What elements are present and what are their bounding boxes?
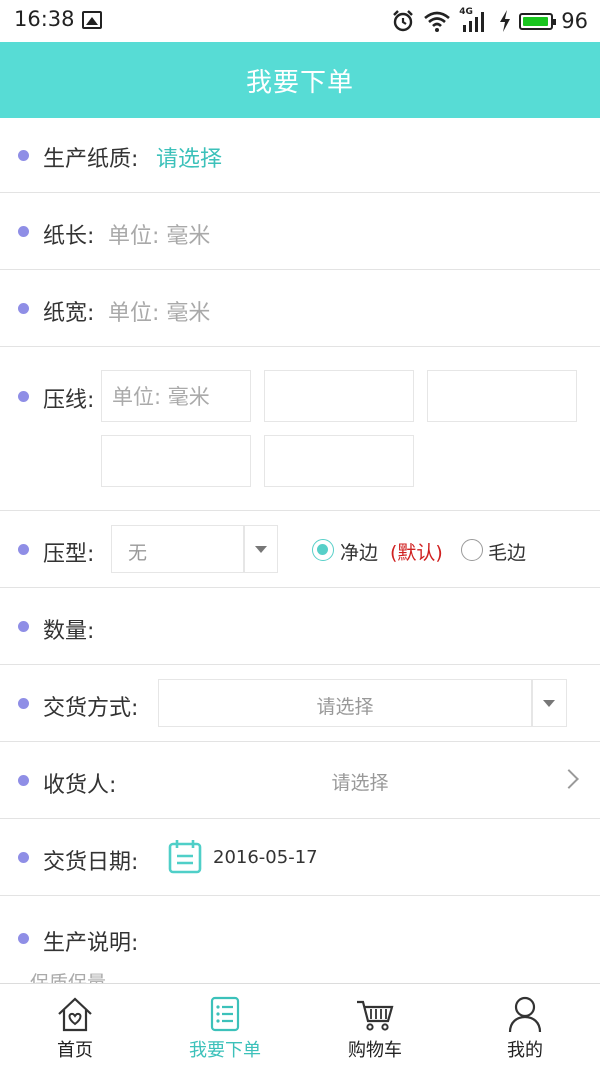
- status-time: 16:38: [14, 7, 75, 31]
- paper-quality-select[interactable]: 请选择: [156, 141, 222, 173]
- header: 我要下单: [0, 42, 600, 118]
- nav-item-home[interactable]: 首页: [0, 984, 150, 1067]
- delivery-date-label: 交货日期:: [43, 850, 139, 875]
- bullet-dot: [18, 621, 29, 632]
- default-note: (默认): [390, 542, 443, 564]
- bullet-dot: [18, 852, 29, 863]
- wifi-icon: [424, 11, 451, 32]
- radio-clean-edge[interactable]: [312, 539, 334, 561]
- select-divider: [243, 526, 245, 572]
- charging-icon: [500, 10, 511, 32]
- paper-length-input[interactable]: 单位: 毫米: [108, 218, 210, 250]
- row-press-type: 压型: 无 净边 (默认) 毛边: [0, 511, 600, 588]
- row-delivery-method: 交货方式: 请选择: [0, 665, 600, 742]
- row-paper-quality[interactable]: 生产纸质: 请选择: [0, 118, 600, 193]
- crease-input-5[interactable]: [264, 435, 414, 487]
- row-paper-width: 纸宽: 单位: 毫米: [0, 270, 600, 347]
- bullet-dot: [18, 303, 29, 314]
- radio-rough-edge[interactable]: [461, 539, 483, 561]
- battery-level: [523, 16, 549, 26]
- row-paper-length: 纸长: 单位: 毫米: [0, 193, 600, 270]
- bottom-nav: 首页 我要下单 购物车 我的: [0, 983, 600, 1067]
- order-list-icon: [210, 996, 240, 1032]
- bullet-dot: [18, 391, 29, 402]
- caret-down-icon: [255, 546, 267, 553]
- bullet-dot: [18, 544, 29, 555]
- paper-length-label: 纸长:: [43, 224, 95, 249]
- nav-cart-label: 购物车: [348, 1040, 402, 1061]
- nav-mine-label: 我的: [507, 1040, 543, 1061]
- home-icon: [58, 997, 92, 1032]
- press-type-select[interactable]: 无: [111, 525, 278, 573]
- caret-down-icon: [543, 700, 555, 707]
- delivery-date-value[interactable]: 2016-05-17: [213, 847, 318, 868]
- page-title: 我要下单: [245, 67, 354, 98]
- bullet-dot: [18, 933, 29, 944]
- battery-icon: [519, 12, 557, 30]
- nav-item-cart[interactable]: 购物车: [300, 984, 450, 1067]
- row-receiver[interactable]: 收货人: 请选择: [0, 742, 600, 819]
- paper-width-input[interactable]: 单位: 毫米: [108, 295, 210, 327]
- row-delivery-date[interactable]: 交货日期: 2016-05-17: [0, 819, 600, 896]
- row-quantity: 数量:: [0, 588, 600, 665]
- crease-input-4[interactable]: [101, 435, 251, 487]
- nav-order-label: 我要下单: [189, 1040, 261, 1061]
- rough-edge-label[interactable]: 毛边: [488, 538, 526, 565]
- crease-input-2[interactable]: [264, 370, 414, 422]
- status-icons: 4G 96: [391, 6, 588, 36]
- press-type-label: 压型:: [43, 542, 95, 567]
- nav-item-order[interactable]: 我要下单: [150, 984, 300, 1067]
- crease-input-3[interactable]: [427, 370, 577, 422]
- calendar-icon[interactable]: [167, 839, 203, 875]
- paper-quality-label: 生产纸质:: [43, 147, 139, 172]
- paper-width-label: 纸宽:: [43, 301, 95, 326]
- nav-item-mine[interactable]: 我的: [450, 984, 600, 1067]
- delivery-method-label: 交货方式:: [43, 696, 139, 721]
- bullet-dot: [18, 775, 29, 786]
- press-type-select-value: 无: [128, 542, 148, 564]
- row-crease: 压线: 单位: 毫米: [0, 347, 600, 511]
- quantity-label: 数量:: [43, 619, 95, 644]
- battery-percent: 96: [561, 9, 588, 33]
- receiver-label: 收货人:: [43, 773, 117, 798]
- image-icon: [82, 11, 102, 29]
- select-divider: [531, 680, 533, 726]
- production-note-input[interactable]: 保质保量: [30, 968, 106, 983]
- receiver-select-value[interactable]: 请选择: [300, 768, 420, 795]
- alarm-icon: [393, 10, 414, 32]
- crease-input-1-placeholder: 单位: 毫米: [112, 385, 210, 409]
- delivery-method-select[interactable]: 请选择: [158, 679, 567, 727]
- user-icon: [508, 996, 542, 1033]
- clean-edge-label[interactable]: 净边: [340, 538, 378, 565]
- quantity-input[interactable]: [108, 598, 578, 653]
- signal-icon: 4G: [459, 7, 491, 33]
- chevron-right-icon[interactable]: [559, 769, 579, 789]
- crease-input-1[interactable]: 单位: 毫米: [101, 370, 251, 422]
- cart-icon: [357, 1000, 394, 1031]
- row-production-note: 生产说明: 保质保量: [0, 896, 600, 983]
- bullet-dot: [18, 698, 29, 709]
- bullet-dot: [18, 150, 29, 161]
- nav-home-label: 首页: [57, 1040, 93, 1061]
- status-bar: 16:38 4G 96: [0, 0, 600, 42]
- delivery-method-select-value: 请选择: [316, 696, 374, 718]
- bullet-dot: [18, 226, 29, 237]
- crease-label: 压线:: [43, 388, 95, 413]
- production-note-label: 生产说明:: [43, 931, 139, 956]
